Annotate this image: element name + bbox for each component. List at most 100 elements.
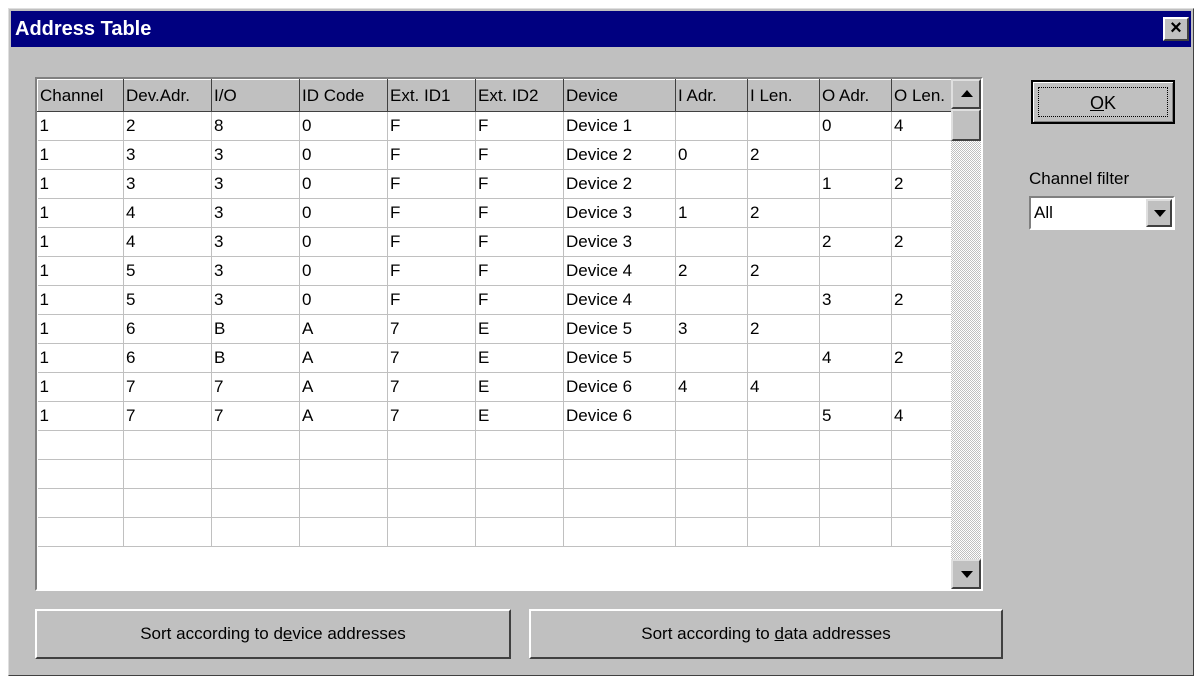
table-cell[interactable]: 0 (299, 227, 388, 257)
table-cell[interactable]: B (211, 314, 300, 344)
table-cell[interactable]: 3 (123, 169, 212, 199)
table-cell[interactable] (123, 459, 212, 489)
table-cell[interactable]: 2 (675, 256, 748, 286)
table-cell[interactable]: F (387, 198, 476, 228)
channel-filter-dropdown-button[interactable] (1146, 199, 1172, 227)
table-cell[interactable]: 2 (747, 256, 820, 286)
table-row[interactable] (37, 517, 964, 547)
table-row[interactable]: 1 2 8 0 F F Device 104 (37, 111, 964, 141)
column-header[interactable]: ID Code (299, 79, 388, 112)
table-cell[interactable] (747, 430, 820, 460)
table-cell[interactable] (819, 198, 892, 228)
table-cell[interactable] (563, 459, 676, 489)
table-cell[interactable]: F (387, 111, 476, 141)
table-cell[interactable]: 1 (37, 140, 124, 170)
table-cell[interactable]: 7 (387, 401, 476, 431)
table-cell[interactable]: 3 (211, 169, 300, 199)
table-cell[interactable] (563, 517, 676, 547)
table-cell[interactable]: F (475, 227, 564, 257)
table-cell[interactable]: 8 (211, 111, 300, 141)
table-row[interactable]: 1 4 3 0 F F Device 322 (37, 227, 964, 257)
table-cell[interactable]: Device 2 (563, 169, 676, 199)
table-cell[interactable] (747, 488, 820, 518)
table-cell[interactable]: 3 (123, 140, 212, 170)
table-row[interactable]: 1 4 3 0 F F Device 312 (37, 198, 964, 228)
table-cell[interactable]: 1 (37, 227, 124, 257)
table-cell[interactable] (211, 430, 300, 460)
table-cell[interactable]: 0 (299, 256, 388, 286)
column-header[interactable]: Dev.Adr. (123, 79, 212, 112)
table-cell[interactable]: Device 4 (563, 256, 676, 286)
table-cell[interactable]: E (475, 343, 564, 373)
table-cell[interactable]: E (475, 372, 564, 402)
table-cell[interactable] (123, 430, 212, 460)
table-cell[interactable] (387, 459, 476, 489)
table-cell[interactable]: A (299, 372, 388, 402)
table-cell[interactable]: F (387, 256, 476, 286)
table-cell[interactable] (675, 111, 748, 141)
table-cell[interactable]: E (475, 314, 564, 344)
channel-filter-select[interactable]: All (1029, 196, 1175, 230)
column-header[interactable]: I Len. (747, 79, 820, 112)
scroll-thumb[interactable] (951, 109, 981, 141)
table-row[interactable]: 1 3 3 0 F F Device 212 (37, 169, 964, 199)
table-cell[interactable]: A (299, 401, 388, 431)
table-cell[interactable]: 7 (387, 314, 476, 344)
ok-button[interactable]: OK (1031, 80, 1175, 124)
table-cell[interactable]: F (387, 227, 476, 257)
table-cell[interactable]: 4 (747, 372, 820, 402)
table-cell[interactable] (299, 430, 388, 460)
table-cell[interactable] (211, 517, 300, 547)
table-cell[interactable]: 3 (211, 198, 300, 228)
table-cell[interactable]: 0 (675, 140, 748, 170)
table-cell[interactable]: 3 (675, 314, 748, 344)
table-cell[interactable]: 5 (123, 285, 212, 315)
table-cell[interactable]: 1 (37, 256, 124, 286)
table-cell[interactable] (675, 430, 748, 460)
table-cell[interactable]: 1 (37, 169, 124, 199)
table-cell[interactable]: 7 (387, 372, 476, 402)
table-cell[interactable] (819, 140, 892, 170)
table-cell[interactable] (475, 517, 564, 547)
table-cell[interactable] (819, 256, 892, 286)
table-cell[interactable] (675, 227, 748, 257)
table-cell[interactable]: 2 (123, 111, 212, 141)
table-cell[interactable] (475, 430, 564, 460)
table-cell[interactable]: 7 (123, 401, 212, 431)
table-cell[interactable]: 1 (675, 198, 748, 228)
table-cell[interactable] (819, 430, 892, 460)
table-cell[interactable]: 2 (747, 140, 820, 170)
table-cell[interactable]: 0 (299, 169, 388, 199)
scroll-up-button[interactable] (951, 79, 981, 109)
table-cell[interactable]: 1 (37, 372, 124, 402)
table-cell[interactable] (675, 285, 748, 315)
table-cell[interactable] (211, 488, 300, 518)
table-cell[interactable]: 0 (299, 140, 388, 170)
table-cell[interactable] (563, 488, 676, 518)
table-cell[interactable]: 1 (37, 285, 124, 315)
table-cell[interactable]: Device 4 (563, 285, 676, 315)
table-cell[interactable] (37, 517, 124, 547)
table-cell[interactable]: Device 3 (563, 227, 676, 257)
table-cell[interactable] (123, 517, 212, 547)
table-cell[interactable]: 2 (747, 198, 820, 228)
table-cell[interactable] (475, 459, 564, 489)
column-header[interactable]: Ext. ID1 (387, 79, 476, 112)
table-cell[interactable]: F (387, 285, 476, 315)
table-cell[interactable]: 7 (123, 372, 212, 402)
table-cell[interactable] (747, 227, 820, 257)
table-cell[interactable]: 5 (819, 401, 892, 431)
table-cell[interactable]: 0 (299, 198, 388, 228)
column-header[interactable]: O Adr. (819, 79, 892, 112)
table-cell[interactable] (563, 430, 676, 460)
table-cell[interactable]: 3 (211, 285, 300, 315)
close-button[interactable]: × (1163, 17, 1189, 41)
table-cell[interactable]: 0 (299, 285, 388, 315)
table-cell[interactable]: Device 5 (563, 314, 676, 344)
table-cell[interactable]: 7 (387, 343, 476, 373)
table-cell[interactable]: F (387, 140, 476, 170)
table-cell[interactable]: 4 (675, 372, 748, 402)
table-cell[interactable]: F (475, 169, 564, 199)
vertical-scrollbar[interactable] (951, 79, 981, 589)
table-row[interactable]: 1 6 B A 7 E Device 532 (37, 314, 964, 344)
